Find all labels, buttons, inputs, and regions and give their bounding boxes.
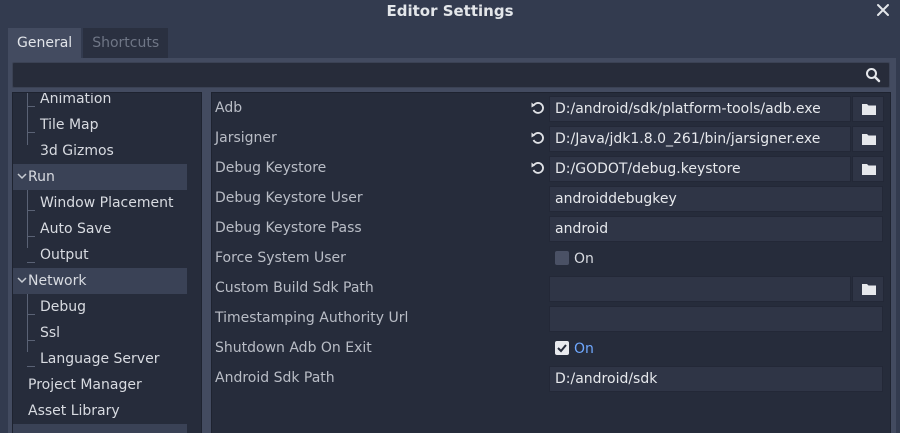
adb-path-field[interactable]: D:/android/sdk/platform-tools/adb.exe [549, 96, 851, 122]
browse-button[interactable] [852, 276, 884, 302]
browse-button[interactable] [852, 156, 884, 182]
tree-item-tile-map[interactable]: Tile Map [13, 112, 187, 138]
chevron-down-icon[interactable] [16, 268, 28, 294]
property-label: Force System User [215, 250, 346, 266]
property-row-custom-build-sdk-path: Custom Build Sdk Path [212, 274, 890, 302]
property-label: Debug Keystore [215, 160, 327, 176]
android-sdk-path-field[interactable]: D:/android/sdk [549, 366, 883, 392]
property-label: Debug Keystore User [215, 190, 363, 206]
debug-keystore-pass-field[interactable]: android [549, 216, 883, 242]
tab-general[interactable]: General [8, 28, 82, 58]
property-label: Jarsigner [215, 130, 277, 146]
search-input[interactable] [12, 62, 890, 88]
window-title: Editor Settings [386, 2, 514, 20]
property-row-debug-keystore-user: Debug Keystore User androiddebugkey [212, 184, 890, 212]
property-row-debug-keystore-pass: Debug Keystore Pass android [212, 214, 890, 242]
folder-icon [862, 164, 876, 175]
checkbox-label: On [574, 341, 594, 357]
folder-icon [862, 284, 876, 295]
folder-icon [862, 104, 876, 115]
close-icon [877, 4, 889, 16]
debug-keystore-field[interactable]: D:/GODOT/debug.keystore [549, 156, 851, 182]
property-row-force-system-user: Force System User On [212, 244, 890, 272]
property-row-shutdown-adb-on-exit: Shutdown Adb On Exit On [212, 334, 890, 362]
revert-icon[interactable] [530, 100, 546, 116]
property-row-jarsigner: Jarsigner D:/Java/jdk1.8.0_261/bin/jarsi… [212, 124, 890, 152]
revert-icon[interactable] [530, 130, 546, 146]
folder-icon [862, 134, 876, 145]
shutdown-adb-on-exit-toggle[interactable]: On [549, 336, 883, 362]
tree-item-project-manager[interactable]: Project Manager [13, 372, 187, 398]
property-label: Android Sdk Path [215, 370, 335, 386]
property-row-adb: Adb D:/android/sdk/platform-tools/adb.ex… [212, 94, 890, 122]
jarsigner-path-field[interactable]: D:/Java/jdk1.8.0_261/bin/jarsigner.exe [549, 126, 851, 152]
revert-icon[interactable] [530, 160, 546, 176]
checkbox[interactable] [555, 341, 569, 355]
general-panel: Animation Tile Map 3d Gizmos Run Window … [8, 58, 896, 433]
tab-shortcuts[interactable]: Shortcuts [83, 28, 169, 58]
checkbox[interactable] [555, 251, 569, 265]
property-label: Custom Build Sdk Path [215, 280, 374, 296]
property-row-debug-keystore: Debug Keystore D:/GODOT/debug.keystore [212, 154, 890, 182]
tree-item-output[interactable]: Output [13, 242, 187, 268]
close-button[interactable] [874, 1, 892, 19]
property-row-android-sdk-path: Android Sdk Path D:/android/sdk [212, 364, 890, 392]
settings-property-list: Adb D:/android/sdk/platform-tools/adb.ex… [211, 92, 891, 433]
tree-item-network[interactable]: Network [13, 268, 187, 294]
tree-item-3d-gizmos[interactable]: 3d Gizmos [13, 138, 187, 164]
debug-keystore-user-field[interactable]: androiddebugkey [549, 186, 883, 212]
browse-button[interactable] [852, 126, 884, 152]
tab-bar: General Shortcuts [8, 28, 170, 58]
tree-item-run[interactable]: Run [13, 164, 187, 190]
settings-category-tree: Animation Tile Map 3d Gizmos Run Window … [12, 92, 202, 433]
browse-button[interactable] [852, 96, 884, 122]
tree-item-window-placement[interactable]: Window Placement [13, 190, 187, 216]
title-bar: Editor Settings [0, 0, 900, 24]
custom-build-sdk-path-field[interactable] [549, 276, 851, 302]
tree-item-animation[interactable]: Animation [13, 93, 187, 112]
chevron-down-icon[interactable] [16, 164, 28, 190]
property-row-timestamping-authority-url: Timestamping Authority Url [212, 304, 890, 332]
timestamping-authority-url-field[interactable] [549, 306, 883, 332]
force-system-user-toggle[interactable]: On [549, 246, 883, 272]
property-label: Timestamping Authority Url [215, 310, 409, 326]
property-label: Adb [215, 100, 243, 116]
checkbox-label: On [574, 251, 594, 267]
tree-item-language-server[interactable]: Language Server [13, 346, 187, 372]
tree-item-ssl[interactable]: Ssl [13, 320, 187, 346]
tree-item-asset-library[interactable]: Asset Library [13, 398, 187, 424]
tree-item-partial[interactable] [13, 424, 187, 433]
search-icon [866, 68, 881, 83]
tree-item-debug[interactable]: Debug [13, 294, 187, 320]
tree-item-auto-save[interactable]: Auto Save [13, 216, 187, 242]
property-label: Debug Keystore Pass [215, 220, 362, 236]
checkmark-icon [557, 344, 567, 353]
property-label: Shutdown Adb On Exit [215, 340, 372, 356]
